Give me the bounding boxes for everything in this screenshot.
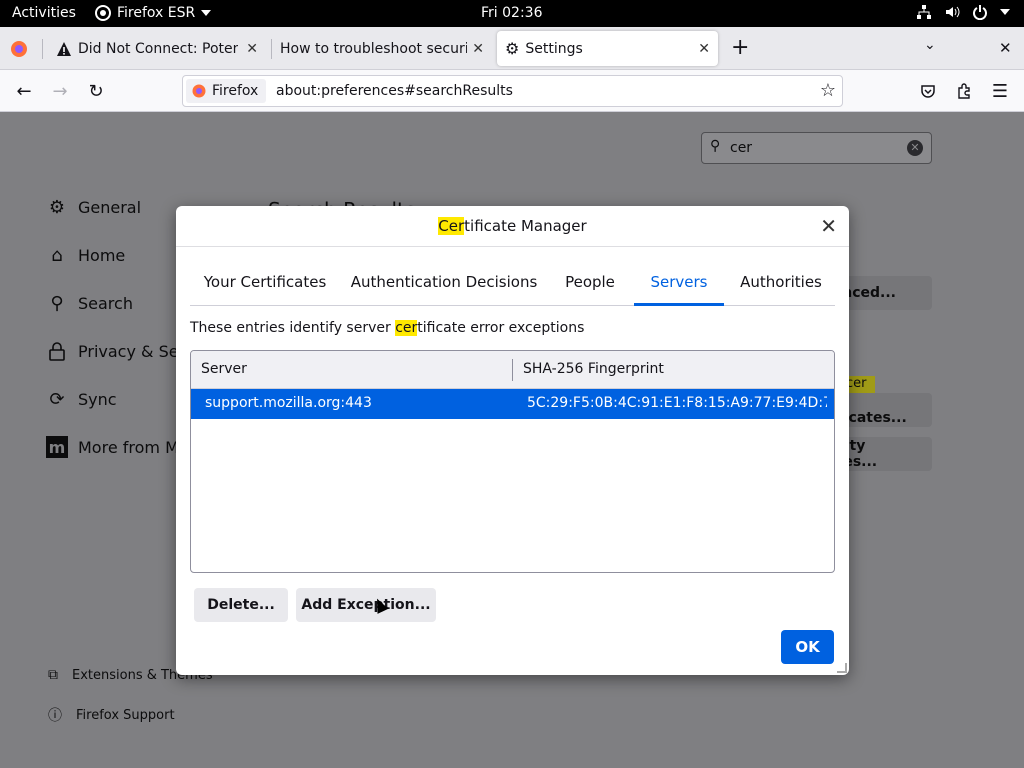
tab-did-not-connect[interactable]: Did Not Connect: Potenti ✕	[48, 31, 266, 66]
clear-search-icon[interactable]: ✕	[907, 140, 923, 156]
category-general[interactable]: ⚙ General	[46, 196, 141, 218]
tab-label: Settings	[525, 40, 583, 57]
tab-troubleshoot[interactable]: How to troubleshoot security ✕	[272, 31, 492, 66]
forward-button[interactable]: →	[47, 78, 73, 104]
certificate-manager-dialog: Certificate Manager ✕ Your Certificates …	[176, 206, 849, 675]
category-label: Home	[78, 245, 126, 265]
tab-label: How to troubleshoot security	[280, 40, 467, 57]
description-highlight: cer	[395, 320, 418, 336]
identity-box[interactable]: Firefox	[186, 79, 267, 103]
back-button[interactable]: ←	[11, 78, 37, 104]
sync-icon: ⟳	[49, 388, 65, 410]
warning-icon	[57, 41, 71, 56]
puzzle-icon: ⧉	[48, 667, 58, 683]
home-icon: ⌂	[51, 244, 63, 266]
tab-people[interactable]: People	[554, 262, 626, 306]
tab-authentication-decisions[interactable]: Authentication Decisions	[346, 262, 542, 306]
firefox-icon	[95, 5, 111, 21]
footer-firefox-support[interactable]: ⓘ Firefox Support	[48, 705, 175, 725]
server-cell: support.mozilla.org:443	[205, 395, 372, 411]
category-search[interactable]: ⚲ Search	[46, 292, 133, 314]
chevron-down-icon	[201, 10, 212, 16]
resize-grip[interactable]	[837, 663, 847, 673]
category-label: Search	[78, 293, 133, 313]
search-query: cer	[730, 140, 753, 156]
gear-icon: ⚙	[505, 39, 520, 58]
url-text[interactable]: about:preferences#searchResults	[276, 83, 513, 99]
reload-button[interactable]: ↻	[83, 78, 109, 104]
servers-description: These entries identify server certificat…	[190, 320, 584, 336]
volume-icon	[946, 6, 960, 18]
close-window-button[interactable]: ✕	[999, 39, 1012, 57]
help-icon: ⓘ	[48, 708, 62, 724]
url-bar[interactable]: Firefox about:preferences#searchResults …	[182, 75, 843, 107]
column-divider[interactable]	[512, 359, 513, 381]
activities-button[interactable]: Activities	[12, 5, 76, 21]
certificate-tabs: Your Certificates Authentication Decisio…	[190, 262, 835, 306]
gear-icon: ⚙	[48, 196, 66, 218]
menu-icon[interactable]: ☰	[987, 78, 1013, 104]
title-rest: tificate Manager	[464, 217, 587, 235]
pocket-icon[interactable]	[915, 78, 941, 104]
navigation-toolbar: ← → ↻ Firefox about:preferences#searchRe…	[0, 70, 1024, 112]
bookmark-star-icon[interactable]: ☆	[820, 80, 836, 101]
network-icon	[917, 5, 931, 19]
tab-authorities[interactable]: Authorities	[736, 262, 826, 306]
firefox-icon	[192, 84, 206, 98]
close-dialog-button[interactable]: ✕	[820, 214, 837, 238]
system-top-bar: Activities Firefox ESR Fri 02:36	[0, 0, 1024, 27]
app-menu[interactable]: Firefox ESR	[95, 5, 212, 21]
new-tab-button[interactable]: +	[731, 35, 749, 60]
description-text: tificate error exceptions	[417, 320, 585, 336]
close-tab-icon[interactable]: ✕	[246, 41, 258, 57]
dialog-title: Certificate Manager	[176, 206, 849, 247]
extensions-icon[interactable]	[951, 78, 977, 104]
tab-separator	[42, 39, 43, 59]
server-certificate-tree[interactable]: Server SHA-256 Fingerprint support.mozil…	[190, 350, 835, 573]
search-icon: ⚲	[50, 292, 64, 314]
power-icon	[973, 5, 987, 20]
table-row[interactable]: support.mozilla.org:443 5C:29:F5:0B:4C:9…	[191, 389, 834, 419]
identity-label: Firefox	[212, 83, 259, 99]
close-tab-icon[interactable]: ✕	[698, 41, 710, 57]
tab-your-certificates[interactable]: Your Certificates	[196, 262, 334, 306]
search-icon: ⚲	[710, 138, 721, 154]
app-name: Firefox ESR	[117, 5, 196, 21]
fingerprint-cell: 5C:29:F5:0B:4C:91:E1:F8:15:A9:77:E9:4D:7…	[527, 395, 827, 411]
delete-button[interactable]: Delete...	[194, 588, 288, 622]
list-all-tabs-button[interactable]: ⌄	[924, 37, 936, 53]
column-header-server[interactable]: Server	[201, 361, 247, 377]
system-menu[interactable]	[916, 4, 1010, 20]
column-header-fingerprint[interactable]: SHA-256 Fingerprint	[523, 361, 664, 377]
category-home[interactable]: ⌂ Home	[46, 244, 125, 266]
chevron-down-icon	[1000, 9, 1010, 15]
settings-search-input[interactable]: ⚲ cer ✕	[701, 132, 932, 164]
category-sync[interactable]: ⟳ Sync	[46, 388, 117, 410]
ok-button[interactable]: OK	[781, 630, 834, 664]
tab-strip: Did Not Connect: Potenti ✕ How to troubl…	[0, 27, 1024, 70]
footer-label: Firefox Support	[76, 707, 175, 723]
firefox-view-icon[interactable]	[10, 40, 28, 62]
tab-label: Did Not Connect: Potenti	[78, 40, 238, 57]
mozilla-icon: m	[46, 436, 68, 458]
category-label: Sync	[78, 389, 117, 409]
category-label: General	[78, 197, 142, 217]
description-text: These entries identify server	[190, 320, 396, 336]
tab-servers[interactable]: Servers	[634, 262, 724, 306]
close-tab-icon[interactable]: ✕	[472, 41, 484, 57]
tab-settings[interactable]: ⚙ Settings ✕	[497, 31, 718, 66]
clock[interactable]: Fri 02:36	[481, 5, 542, 21]
title-highlight: Cer	[438, 217, 465, 235]
tree-header: Server SHA-256 Fingerprint	[191, 351, 834, 389]
lock-icon	[46, 340, 68, 362]
add-exception-button[interactable]: Add Exception...	[296, 588, 436, 622]
